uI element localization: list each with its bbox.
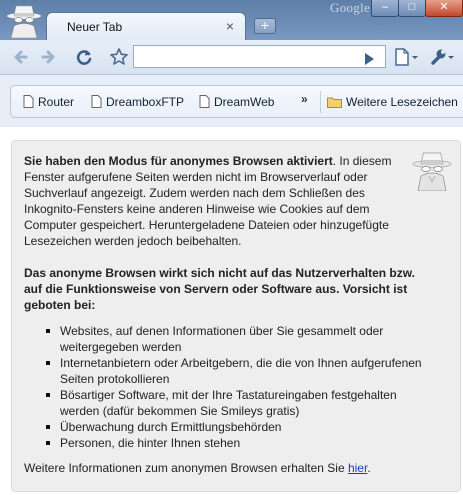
list-item: Überwachung durch Ermittlungsbehörden xyxy=(46,419,427,435)
tab-title: Neuer Tab xyxy=(67,20,123,34)
folder-icon xyxy=(327,97,342,108)
reload-icon[interactable] xyxy=(73,46,95,68)
more-info-text: Weitere Informationen zum anonymen Brows… xyxy=(24,461,348,475)
back-icon[interactable] xyxy=(10,46,32,68)
bookmarks-overflow-chevron[interactable]: » xyxy=(301,92,308,106)
list-item: Bösartiger Software, mit der Ihre Tastat… xyxy=(46,387,427,419)
close-window-button[interactable]: ✕ xyxy=(425,0,463,17)
page-menu-icon[interactable] xyxy=(392,46,422,68)
more-info-link[interactable]: hier xyxy=(348,461,367,475)
incognito-heading: Sie haben den Modus für anonymes Browsen… xyxy=(24,154,333,168)
warning-paragraph: Das anonyme Browsen wirkt sich nicht auf… xyxy=(24,266,415,312)
address-bar[interactable] xyxy=(133,45,386,68)
risk-list: Websites, auf denen Informationen über S… xyxy=(24,323,427,451)
maximize-button[interactable]: □ xyxy=(398,0,426,17)
brand-label: Google xyxy=(330,0,371,15)
bookmarks-divider xyxy=(320,91,321,113)
navigation-toolbar xyxy=(0,40,463,75)
minimize-button[interactable]: – xyxy=(371,0,399,17)
more-info-paragraph: Weitere Informationen zum anonymen Brows… xyxy=(24,460,427,476)
bookmark-label: DreamWeb xyxy=(214,95,275,109)
forward-icon[interactable] xyxy=(37,46,59,68)
page-icon xyxy=(23,95,34,108)
other-bookmarks-label: Weitere Lesezeichen xyxy=(346,95,458,109)
bookmark-star-icon[interactable] xyxy=(108,46,130,68)
tab-new-tab[interactable]: Neuer Tab × xyxy=(46,12,246,40)
go-icon[interactable] xyxy=(362,52,376,66)
list-item: Websites, auf denen Informationen über S… xyxy=(46,323,427,355)
bookmark-dreamboxftp[interactable]: DreamboxFTP xyxy=(91,95,184,109)
wrench-icon[interactable] xyxy=(427,46,457,68)
page-icon xyxy=(91,95,102,108)
page-icon xyxy=(199,95,210,108)
bookmark-router[interactable]: Router xyxy=(23,95,74,109)
intro-text: . In diesem Fenster aufgerufene Seiten w… xyxy=(24,154,392,248)
intro-paragraph: Sie haben den Modus für anonymes Browsen… xyxy=(24,153,416,249)
bookmark-label: DreamboxFTP xyxy=(106,95,185,109)
incognito-text: Sie haben den Modus für anonymes Browsen… xyxy=(24,153,427,476)
list-item: Internetanbietern oder Arbeitgebern, die… xyxy=(46,355,427,387)
bookmarks-strip: Router DreamboxFTP DreamWeb » Weitere Le… xyxy=(10,85,463,118)
more-info-suffix: . xyxy=(367,461,371,475)
bookmarks-bar: Router DreamboxFTP DreamWeb » Weitere Le… xyxy=(0,75,463,127)
bookmark-label: Router xyxy=(38,95,75,109)
incognito-icon xyxy=(7,5,41,38)
list-item: Personen, die hinter Ihnen stehen xyxy=(46,435,427,451)
other-bookmarks-folder[interactable]: Weitere Lesezeichen xyxy=(327,95,458,109)
incognito-info-panel: Sie haben den Modus für anonymes Browsen… xyxy=(11,140,461,492)
window-titlebar: Google – □ ✕ Neuer Tab × + xyxy=(0,0,463,40)
bookmark-dreamweb[interactable]: DreamWeb xyxy=(199,95,274,109)
new-tab-button[interactable]: + xyxy=(254,18,276,34)
tab-close-icon[interactable]: × xyxy=(223,19,237,33)
